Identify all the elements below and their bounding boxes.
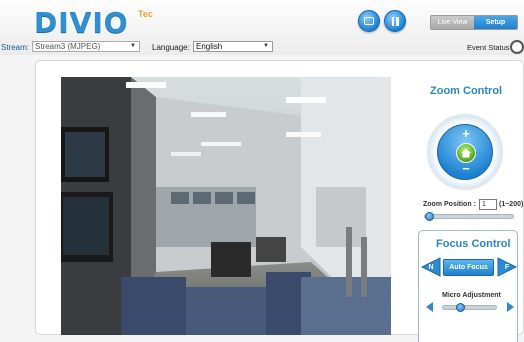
zoom-slider[interactable] — [424, 212, 514, 221]
stream-label: Stream: — [1, 43, 30, 52]
divio-logo: DIVIO — [34, 6, 129, 39]
micro-adjustment-slider[interactable] — [442, 303, 497, 312]
live-video-view[interactable] — [61, 77, 391, 335]
language-label: Language: — [152, 43, 190, 52]
tab-live-view[interactable]: Live View — [431, 16, 474, 29]
zoom-position-range: (1~200) — [499, 201, 524, 208]
zoom-home-button[interactable] — [456, 143, 476, 163]
language-select-value: English — [196, 42, 223, 51]
micro-left-icon[interactable] — [425, 301, 434, 313]
zoom-position-label: Zoom Position : — [423, 201, 476, 208]
event-status-indicator — [510, 40, 524, 54]
camera-icon — [364, 17, 374, 25]
tab-setup[interactable]: Setup — [474, 16, 517, 29]
zoom-position-input[interactable]: 1 — [479, 199, 497, 210]
chevron-down-icon: ▼ — [130, 43, 136, 49]
focus-control-title: Focus Control — [436, 238, 511, 250]
micro-right-icon[interactable] — [506, 301, 515, 313]
zoom-control-title: Zoom Control — [430, 85, 503, 97]
chevron-down-icon: ▼ — [263, 43, 269, 49]
far-label: F — [504, 263, 510, 271]
stream-select-value: Stream3 (MJPEG) — [35, 42, 101, 51]
header-bar: DIVIO Tec Live View Setup Stream: Stream… — [0, 0, 524, 55]
zoom-dial-inner: + − — [437, 124, 493, 180]
zoom-in-button[interactable]: + — [438, 127, 494, 140]
camera-feed-image — [61, 77, 391, 335]
pause-button[interactable] — [384, 10, 406, 32]
zoom-slider-thumb[interactable] — [425, 212, 434, 221]
stream-select[interactable]: Stream3 (MJPEG) ▼ — [32, 41, 140, 52]
auto-focus-button[interactable]: Auto Focus — [443, 259, 494, 276]
event-status-label: Event Status — [467, 43, 510, 52]
focus-far-button[interactable]: F — [497, 257, 517, 277]
focus-near-button[interactable]: N — [421, 257, 441, 277]
snapshot-button[interactable] — [358, 10, 380, 32]
home-icon — [461, 148, 471, 158]
view-tabs: Live View Setup — [430, 15, 518, 30]
zoom-out-button[interactable]: − — [438, 162, 494, 175]
stream-toolbar: Stream: Stream3 (MJPEG) ▼ Language: Engl… — [0, 40, 524, 54]
near-label: N — [428, 263, 434, 271]
micro-adjustment-label: Micro Adjustment — [442, 292, 501, 299]
pause-icon — [391, 16, 399, 26]
language-select[interactable]: English ▼ — [193, 41, 273, 52]
logo-suffix: Tec — [138, 9, 153, 19]
zoom-control-dial: + − — [428, 115, 502, 189]
